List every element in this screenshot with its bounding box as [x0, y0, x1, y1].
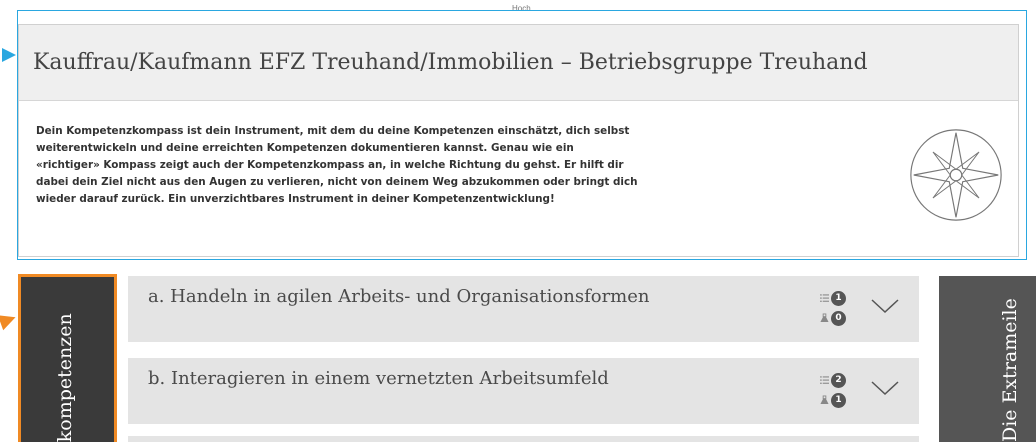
lab-count-badge: 0 — [831, 310, 846, 326]
compass-icon — [910, 129, 1002, 221]
list-icon — [820, 376, 829, 384]
chevron-down-icon[interactable] — [870, 378, 900, 398]
accordion-item[interactable]: a. Handeln in agilen Arbeits- und Organi… — [128, 276, 919, 342]
accordion-item[interactable]: b. Interagieren in einem vernetzten Arbe… — [128, 358, 919, 424]
accordion-badges: 1 0 — [820, 288, 848, 328]
card-header: Kauffrau/Kaufmann EFZ Treuhand/Immobilie… — [19, 25, 1018, 101]
intro-line: wieder darauf zurück. Ein unverzichtbare… — [36, 193, 555, 205]
accordion-title: a. Handeln in agilen Arbeits- und Organi… — [148, 286, 650, 307]
accordion-title: b. Interagieren in einem vernetzten Arbe… — [148, 368, 609, 389]
intro-text: Dein Kompetenzkompass ist dein Instrumen… — [36, 123, 676, 208]
highlight-arrow-orange-icon — [0, 309, 19, 331]
list-count-badge: 1 — [831, 290, 846, 306]
page-title: Kauffrau/Kaufmann EFZ Treuhand/Immobilie… — [33, 50, 868, 75]
accordion-item-partial[interactable] — [128, 436, 919, 442]
list-icon — [820, 294, 829, 302]
tab-die-extrameile[interactable]: Die Extrameile — [939, 276, 1036, 442]
intro-line: «richtiger» Kompass zeigt auch der Kompe… — [36, 159, 624, 171]
flask-icon — [820, 313, 829, 323]
profession-card: Kauffrau/Kaufmann EFZ Treuhand/Immobilie… — [18, 24, 1019, 257]
tab-handlungskompetenzen[interactable]: skompetenzen — [18, 274, 117, 442]
tab-label: skompetenzen — [53, 313, 76, 442]
card-body: Dein Kompetenzkompass ist dein Instrumen… — [19, 101, 1018, 221]
lab-count-badge: 1 — [831, 392, 846, 408]
accordion-badges: 2 1 — [820, 370, 848, 410]
flask-icon — [820, 395, 829, 405]
intro-line: weiterentwickeln und deine erreichten Ko… — [36, 142, 574, 154]
intro-line: Dein Kompetenzkompass ist dein Instrumen… — [36, 125, 630, 137]
intro-line: dabei dein Ziel nicht aus den Augen zu v… — [36, 176, 638, 188]
list-count-badge: 2 — [831, 372, 846, 388]
highlight-arrow-blue-icon — [2, 48, 16, 62]
tab-label: Die Extrameile — [999, 298, 1021, 442]
chevron-down-icon[interactable] — [870, 296, 900, 316]
